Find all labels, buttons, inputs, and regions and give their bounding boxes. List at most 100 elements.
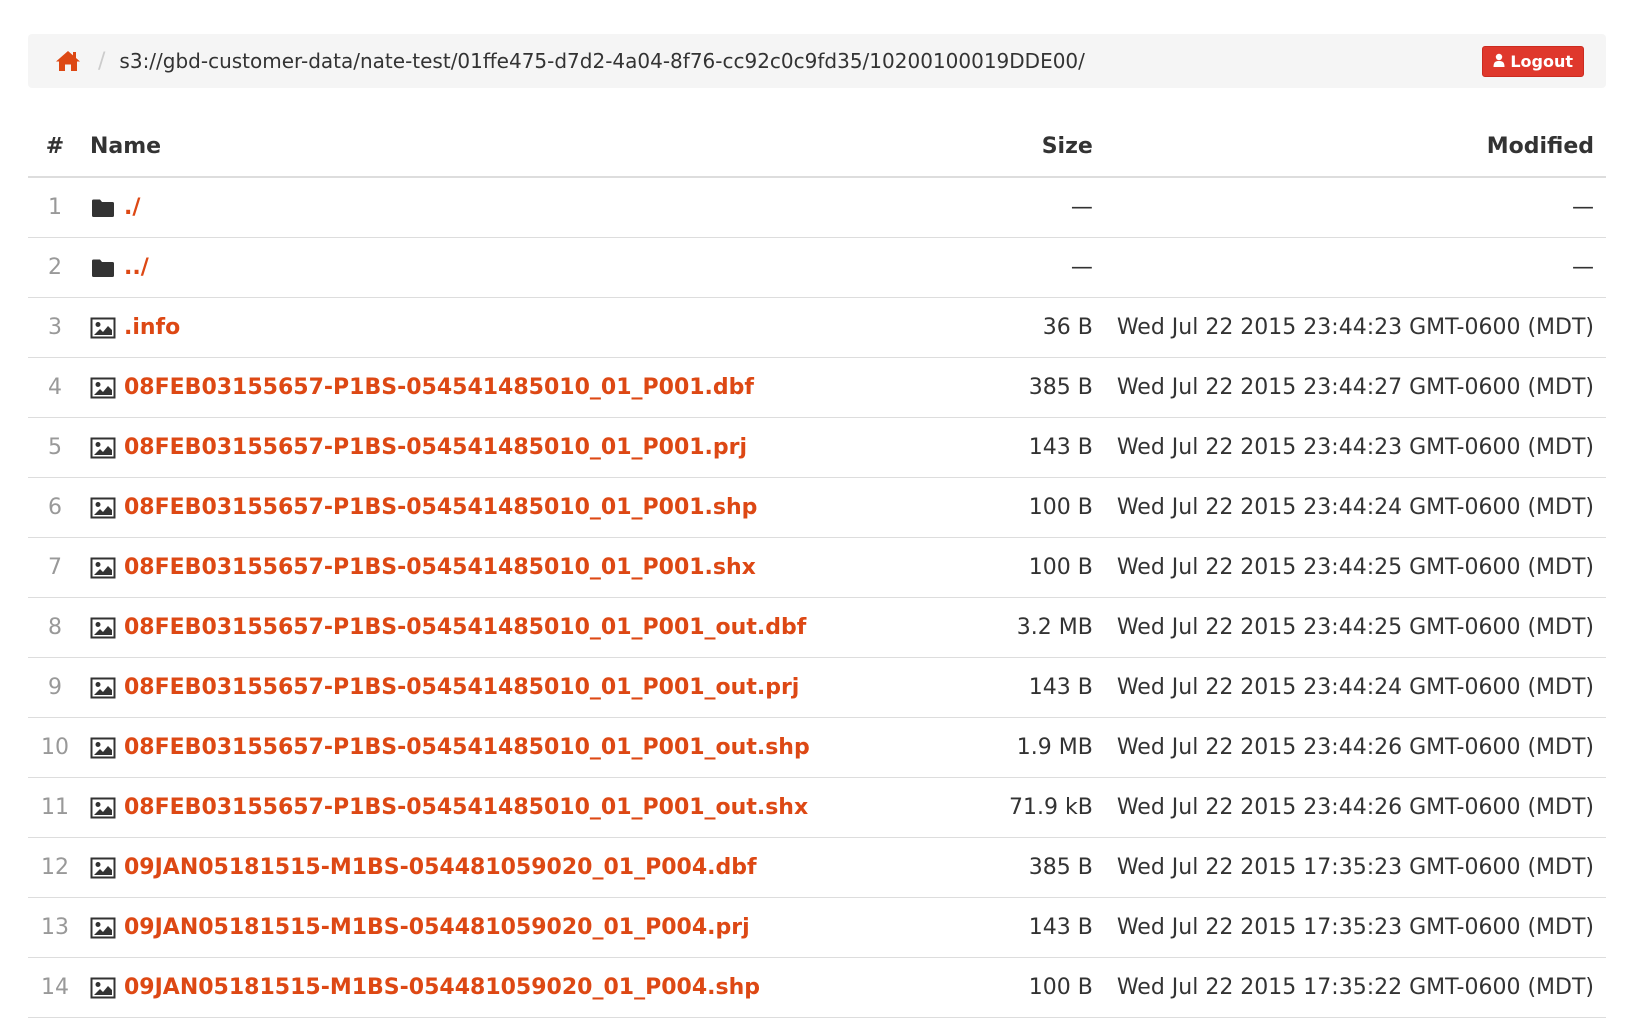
image-file-icon (90, 557, 116, 579)
row-size: — (880, 237, 1105, 298)
image-file-icon (90, 677, 116, 699)
file-link[interactable]: 08FEB03155657-P1BS-054541485010_01_P001.… (124, 435, 747, 460)
logout-button[interactable]: Logout (1482, 46, 1584, 77)
row-number: 10 (28, 717, 78, 778)
table-row: 6 08FEB03155657-P1BS-054541485010_01_P00… (28, 477, 1606, 538)
table-row: 7 08FEB03155657-P1BS-054541485010_01_P00… (28, 537, 1606, 598)
file-link[interactable]: 08FEB03155657-P1BS-054541485010_01_P001.… (124, 555, 756, 580)
image-file-icon (90, 317, 116, 339)
file-link[interactable]: 08FEB03155657-P1BS-054541485010_01_P001.… (124, 375, 754, 400)
file-link[interactable]: ./ (124, 195, 140, 220)
row-modified: Wed Jul 22 2015 23:44:25 GMT-0600 (MDT) (1104, 597, 1606, 658)
row-name-cell: 08FEB03155657-P1BS-054541485010_01_P001_… (78, 717, 881, 778)
row-modified: Wed Jul 22 2015 23:44:27 GMT-0600 (MDT) (1104, 357, 1606, 418)
row-modified: Wed Jul 22 2015 23:44:25 GMT-0600 (MDT) (1104, 537, 1606, 598)
row-modified: Wed Jul 22 2015 23:44:24 GMT-0600 (MDT) (1104, 477, 1606, 538)
image-file-icon (90, 617, 116, 639)
row-modified: Wed Jul 22 2015 17:35:23 GMT-0600 (MDT) (1104, 897, 1606, 958)
row-name-cell: 08FEB03155657-P1BS-054541485010_01_P001.… (78, 357, 881, 418)
row-number: 7 (28, 537, 78, 598)
row-name-cell: 08FEB03155657-P1BS-054541485010_01_P001_… (78, 657, 881, 718)
header-name[interactable]: Name (78, 116, 881, 178)
current-path: s3://gbd-customer-data/nate-test/01ffe47… (119, 49, 1085, 73)
file-link[interactable]: 08FEB03155657-P1BS-054541485010_01_P001_… (124, 675, 799, 700)
row-modified: Wed Jul 22 2015 23:44:24 GMT-0600 (MDT) (1104, 657, 1606, 718)
row-name-cell: ../ (78, 237, 881, 298)
row-number: 4 (28, 357, 78, 418)
file-link[interactable]: 09JAN05181515-M1BS-054481059020_01_P004.… (124, 855, 757, 880)
row-size: 3.2 MB (880, 597, 1105, 658)
table-row: 12 09JAN05181515-M1BS-054481059020_01_P0… (28, 837, 1606, 898)
row-size: 100 B (880, 537, 1105, 598)
image-file-icon (90, 857, 116, 879)
table-row: 3 .info 36 B Wed Jul 22 2015 23:44:23 GM… (28, 297, 1606, 358)
row-number: 6 (28, 477, 78, 538)
table-row: 8 08FEB03155657-P1BS-054541485010_01_P00… (28, 597, 1606, 658)
page-container: / s3://gbd-customer-data/nate-test/01ffe… (28, 34, 1606, 1018)
row-size: 385 B (880, 357, 1105, 418)
row-size: 143 B (880, 657, 1105, 718)
row-modified: Wed Jul 22 2015 23:44:23 GMT-0600 (MDT) (1104, 297, 1606, 358)
row-number: 14 (28, 957, 78, 1018)
row-size: 36 B (880, 297, 1105, 358)
row-size: 143 B (880, 897, 1105, 958)
image-file-icon (90, 437, 116, 459)
row-number: 5 (28, 417, 78, 478)
file-link[interactable]: 08FEB03155657-P1BS-054541485010_01_P001_… (124, 795, 808, 820)
breadcrumb-separator: / (98, 48, 106, 74)
table-row: 2 ../ — — (28, 237, 1606, 298)
row-modified: Wed Jul 22 2015 23:44:26 GMT-0600 (MDT) (1104, 717, 1606, 778)
table-row: 13 09JAN05181515-M1BS-054481059020_01_P0… (28, 897, 1606, 958)
user-icon (1493, 52, 1505, 71)
row-name-cell: 08FEB03155657-P1BS-054541485010_01_P001.… (78, 537, 881, 598)
row-size: — (880, 177, 1105, 238)
row-number: 8 (28, 597, 78, 658)
table-header-row: # Name Size Modified (28, 116, 1606, 178)
row-modified: Wed Jul 22 2015 23:44:26 GMT-0600 (MDT) (1104, 777, 1606, 838)
breadcrumb: / s3://gbd-customer-data/nate-test/01ffe… (28, 34, 1606, 88)
row-number: 9 (28, 657, 78, 718)
row-number: 1 (28, 177, 78, 238)
row-name-cell: 08FEB03155657-P1BS-054541485010_01_P001_… (78, 597, 881, 658)
table-row: 11 08FEB03155657-P1BS-054541485010_01_P0… (28, 777, 1606, 838)
row-name-cell: 09JAN05181515-M1BS-054481059020_01_P004.… (78, 957, 881, 1018)
image-file-icon (90, 797, 116, 819)
file-link[interactable]: 09JAN05181515-M1BS-054481059020_01_P004.… (124, 915, 750, 940)
row-number: 12 (28, 837, 78, 898)
table-row: 1 ./ — — (28, 177, 1606, 238)
file-link[interactable]: 08FEB03155657-P1BS-054541485010_01_P001_… (124, 615, 806, 640)
row-modified: Wed Jul 22 2015 23:44:23 GMT-0600 (MDT) (1104, 417, 1606, 478)
row-number: 2 (28, 237, 78, 298)
header-num[interactable]: # (28, 116, 78, 178)
row-modified: — (1104, 177, 1606, 238)
row-name-cell: 08FEB03155657-P1BS-054541485010_01_P001.… (78, 417, 881, 478)
logout-label: Logout (1510, 52, 1573, 71)
row-size: 385 B (880, 837, 1105, 898)
row-name-cell: .info (78, 297, 881, 358)
header-modified[interactable]: Modified (1104, 116, 1606, 178)
file-link[interactable]: .info (124, 315, 180, 340)
folder-icon (90, 197, 116, 219)
row-size: 100 B (880, 957, 1105, 1018)
image-file-icon (90, 917, 116, 939)
row-name-cell: 08FEB03155657-P1BS-054541485010_01_P001_… (78, 777, 881, 838)
file-list: 1 ./ — — 2 ../ — — 3 .info 36 B Wed Jul (28, 177, 1606, 1018)
header-size[interactable]: Size (880, 116, 1105, 178)
row-size: 100 B (880, 477, 1105, 538)
row-modified: Wed Jul 22 2015 17:35:22 GMT-0600 (MDT) (1104, 957, 1606, 1018)
home-icon[interactable] (54, 47, 82, 75)
table-row: 4 08FEB03155657-P1BS-054541485010_01_P00… (28, 357, 1606, 418)
row-number: 11 (28, 777, 78, 838)
table-row: 14 09JAN05181515-M1BS-054481059020_01_P0… (28, 957, 1606, 1018)
row-name-cell: ./ (78, 177, 881, 238)
folder-icon (90, 257, 116, 279)
row-name-cell: 09JAN05181515-M1BS-054481059020_01_P004.… (78, 897, 881, 958)
row-name-cell: 08FEB03155657-P1BS-054541485010_01_P001.… (78, 477, 881, 538)
file-link[interactable]: 08FEB03155657-P1BS-054541485010_01_P001.… (124, 495, 757, 520)
file-link[interactable]: 09JAN05181515-M1BS-054481059020_01_P004.… (124, 975, 760, 1000)
table-row: 10 08FEB03155657-P1BS-054541485010_01_P0… (28, 717, 1606, 778)
file-link[interactable]: ../ (124, 255, 149, 280)
file-link[interactable]: 08FEB03155657-P1BS-054541485010_01_P001_… (124, 735, 810, 760)
row-name-cell: 09JAN05181515-M1BS-054481059020_01_P004.… (78, 837, 881, 898)
row-size: 71.9 kB (880, 777, 1105, 838)
